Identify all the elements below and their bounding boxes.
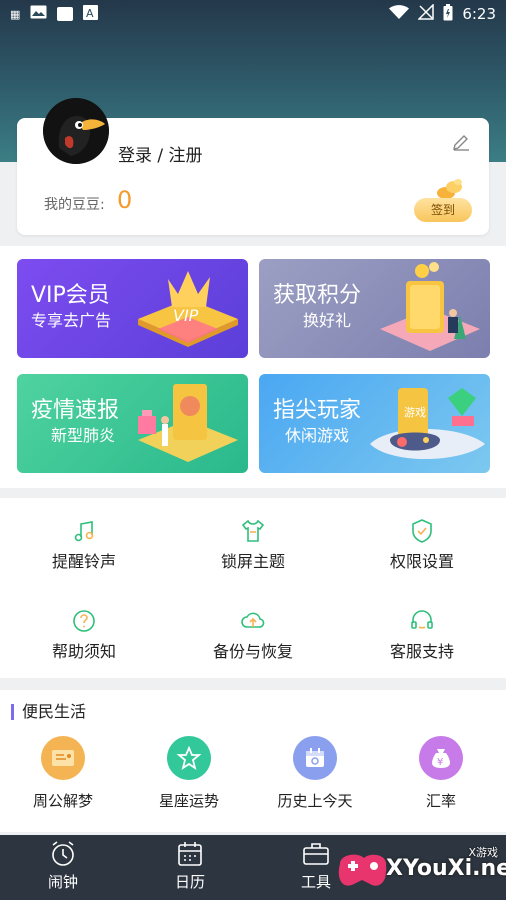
epidemic-banner-title: 疫情速报: [31, 398, 120, 423]
tool-label: 锁屏主题: [220, 552, 285, 571]
vip-banner-subtitle: 专享去广告: [31, 311, 112, 330]
nav-alarm[interactable]: 闹钟: [23, 839, 103, 892]
life-item-label: 星座运势: [158, 792, 219, 810]
music-note-icon: [74, 521, 94, 542]
tool-label: 权限设置: [389, 552, 454, 571]
game-banner-title: 指尖玩家: [273, 398, 362, 423]
tool-help-notes[interactable]: 帮助须知: [0, 596, 168, 666]
svg-text:A: A: [86, 7, 94, 20]
game-banner[interactable]: 游戏 指尖玩家 休闲游戏: [259, 374, 490, 473]
feature-banners: VIP VIP会员 专享去广告 获取积分 换好礼 疫情速报 新型肺炎 游戏 指尖…: [0, 246, 506, 488]
shield-icon: [412, 519, 432, 543]
calendar-icon: [178, 842, 202, 866]
epidemic-banner[interactable]: 疫情速报 新型肺炎: [17, 374, 248, 473]
tool-backup-restore[interactable]: 备份与恢复: [169, 596, 337, 666]
question-icon: [73, 610, 95, 632]
status-bar: ▦ A 6:23: [0, 0, 506, 28]
tool-lockscreen-theme[interactable]: 锁屏主题: [169, 506, 337, 576]
wifi-icon: [389, 4, 410, 24]
svg-text:¥: ¥: [437, 757, 443, 768]
no-signal-icon: [417, 3, 435, 24]
login-register-link[interactable]: 登录 / 注册: [118, 141, 203, 166]
watermark-text: XYouXi.net: [386, 856, 506, 881]
tool-reminder-ringtone[interactable]: 提醒铃声: [0, 506, 168, 576]
battery-icon: [443, 3, 453, 25]
tool-label: 备份与恢复: [212, 642, 293, 661]
star-icon: [167, 736, 211, 780]
life-item-label: 周公解梦: [32, 792, 93, 810]
history-calendar-icon: [293, 736, 337, 780]
points-banner[interactable]: 获取积分 换好礼: [259, 259, 490, 358]
toucan-avatar-icon: [43, 98, 109, 164]
vip-banner-title: VIP会员: [31, 283, 110, 308]
font-icon: A: [83, 4, 99, 24]
beans-value: 0: [117, 186, 133, 214]
coins-icon: [437, 179, 462, 199]
avatar[interactable]: [43, 98, 109, 164]
tools-grid: 提醒铃声 锁屏主题 权限设置 帮助须知 备份与恢复 客服支持: [0, 498, 506, 678]
alarm-clock-icon: [52, 841, 74, 866]
watermark: X游戏 XYouXi.net: [334, 842, 506, 896]
life-item-dream-interpretation[interactable]: 周公解梦: [0, 736, 126, 811]
life-item-horoscope[interactable]: 星座运势: [126, 736, 252, 811]
nav-label: 闹钟: [47, 873, 78, 891]
tool-label: 帮助须知: [51, 642, 116, 661]
checkin-button[interactable]: 签到: [414, 198, 472, 222]
cloud-sync-icon: [241, 612, 265, 628]
profile-card: 登录 / 注册 我的豆豆: 0 签到: [17, 98, 489, 235]
points-banner-title: 获取积分: [273, 283, 362, 308]
blank-notification-icon: [57, 7, 74, 21]
tool-customer-support[interactable]: 客服支持: [338, 596, 506, 666]
shirt-icon: [241, 519, 265, 542]
beans-label: 我的豆豆:: [44, 197, 105, 213]
convenience-life-section: 便民生活 周公解梦 星座运势 历史上今天 ¥ 汇率: [0, 690, 506, 832]
life-item-label: 历史上今天: [277, 792, 353, 810]
headset-icon: [411, 610, 433, 629]
tool-label: 提醒铃声: [51, 552, 116, 571]
life-item-label: 汇率: [425, 792, 456, 810]
gamepad-logo-icon: [338, 854, 387, 886]
section-title: 便民生活: [11, 704, 86, 720]
life-item-history-today[interactable]: 历史上今天: [252, 736, 378, 811]
life-item-exchange-rate[interactable]: ¥ 汇率: [378, 736, 504, 811]
tool-label: 客服支持: [389, 642, 454, 661]
vip-banner[interactable]: VIP VIP会员 专享去广告: [17, 259, 248, 358]
image-icon: [30, 5, 47, 23]
game-illustration: 游戏: [370, 388, 485, 459]
svg-text:VIP: VIP: [173, 306, 199, 325]
tool-permission-settings[interactable]: 权限设置: [338, 506, 506, 576]
epidemic-banner-subtitle: 新型肺炎: [51, 426, 116, 445]
points-banner-subtitle: 换好礼: [303, 311, 352, 330]
dream-book-icon: [41, 736, 85, 780]
nav-calendar[interactable]: 日历: [150, 839, 230, 892]
vip-crown-illustration: VIP: [138, 271, 238, 347]
epidemic-illustration: [138, 384, 238, 462]
game-banner-subtitle: 休闲游戏: [285, 426, 350, 445]
status-time: 6:23: [462, 5, 496, 23]
svg-text:游戏: 游戏: [404, 406, 426, 419]
edit-icon[interactable]: [451, 131, 471, 151]
checkin-widget[interactable]: 签到: [414, 178, 472, 222]
notification-app-icon: ▦: [10, 7, 21, 21]
yen-bag-icon: ¥: [419, 736, 463, 780]
nav-label: 日历: [174, 873, 205, 891]
toolbox-icon: [303, 843, 329, 865]
points-illustration: [380, 262, 480, 351]
